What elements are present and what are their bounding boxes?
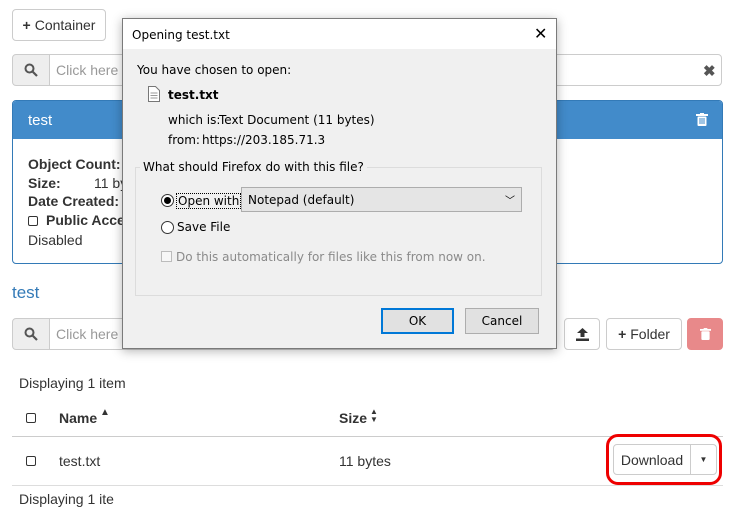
from-value: https://203.185.71.3 xyxy=(202,133,326,147)
object-count-label: Object Count: xyxy=(28,156,121,172)
row-file-size: 11 bytes xyxy=(339,453,391,469)
ok-button[interactable]: OK xyxy=(381,308,454,334)
plus-icon: + xyxy=(22,17,31,33)
add-folder-label: Folder xyxy=(630,326,670,342)
dialog-title: Opening test.txt xyxy=(132,28,230,42)
panel-title: test xyxy=(28,112,53,129)
row-file-name[interactable]: test.txt xyxy=(59,453,100,469)
select-all-checkbox[interactable] xyxy=(26,413,36,423)
close-icon[interactable]: ✕ xyxy=(534,24,547,43)
row-divider xyxy=(12,485,723,486)
section-search-icon-addon xyxy=(12,318,50,350)
save-file-radio[interactable] xyxy=(161,221,174,234)
cancel-label: Cancel xyxy=(481,314,523,328)
search-icon xyxy=(24,327,38,341)
auto-label: Do this automatically for files like thi… xyxy=(176,250,486,264)
row-checkbox[interactable] xyxy=(26,456,36,466)
application-select[interactable]: Notepad (default) ﹀ xyxy=(241,187,522,212)
which-is-label: which is: xyxy=(168,113,221,127)
sort-asc-icon[interactable]: ▲ xyxy=(100,407,110,418)
plus-icon: + xyxy=(618,326,627,342)
date-created-label: Date Created: xyxy=(28,193,120,209)
dialog-filename: test.txt xyxy=(168,88,219,102)
trash-icon xyxy=(699,328,711,340)
dialog-intro: You have chosen to open: xyxy=(137,63,292,77)
clear-search-icon[interactable]: ✖ xyxy=(703,62,716,80)
dialog-titlebar: Opening test.txt ✕ xyxy=(123,19,556,49)
displaying-count-footer: Displaying 1 ite xyxy=(19,491,114,507)
displaying-count: Displaying 1 item xyxy=(19,375,126,391)
section-title[interactable]: test xyxy=(12,283,39,303)
auto-checkbox[interactable] xyxy=(161,251,172,262)
open-with-radio[interactable] xyxy=(161,194,174,207)
public-access-status: Disabled xyxy=(28,232,83,248)
add-container-label: Container xyxy=(34,17,96,33)
cancel-button[interactable]: Cancel xyxy=(465,308,539,334)
application-select-value: Notepad (default) xyxy=(248,193,355,207)
chevron-down-icon: ﹀ xyxy=(505,196,515,207)
add-folder-button[interactable]: + Folder xyxy=(606,318,682,350)
column-header-size[interactable]: Size xyxy=(339,410,367,426)
size-label: Size: xyxy=(28,175,61,191)
column-header-name[interactable]: Name xyxy=(59,410,97,426)
open-with-label[interactable]: Open with xyxy=(176,193,242,209)
upload-icon xyxy=(575,327,589,341)
search-icon xyxy=(24,63,38,77)
save-file-label[interactable]: Save File xyxy=(177,220,230,234)
document-icon xyxy=(148,86,160,102)
highlight-annotation xyxy=(606,434,722,485)
which-is-value: Text Document (11 bytes) xyxy=(219,113,375,127)
search-icon-addon xyxy=(12,54,50,86)
delete-selected-button[interactable] xyxy=(687,318,723,350)
add-container-button[interactable]: + Container xyxy=(12,9,106,41)
from-label: from: xyxy=(168,133,200,147)
ok-label: OK xyxy=(408,314,427,328)
public-access-label: Public Acces xyxy=(46,212,133,228)
trash-icon[interactable] xyxy=(696,113,708,126)
upload-button[interactable] xyxy=(564,318,600,350)
sort-both-icon[interactable]: ▲ ▼ xyxy=(370,408,378,424)
public-access-checkbox[interactable] xyxy=(28,216,38,226)
open-file-dialog: Opening test.txt ✕ You have chosen to op… xyxy=(122,18,557,349)
action-question: What should Firefox do with this file? xyxy=(140,160,367,174)
